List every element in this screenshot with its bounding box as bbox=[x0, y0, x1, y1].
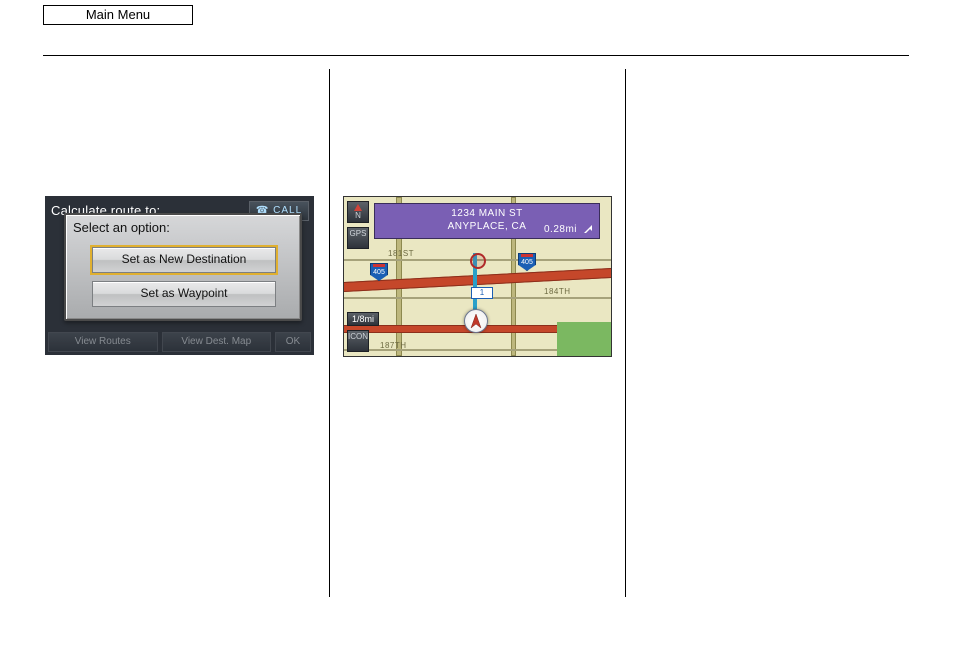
horizontal-rule bbox=[43, 55, 909, 56]
view-dest-map-button[interactable]: View Dest. Map bbox=[162, 332, 272, 352]
ok-button[interactable]: OK bbox=[275, 332, 311, 352]
destination-address-line1: 1234 MAIN ST bbox=[375, 207, 599, 220]
main-menu-tab: Main Menu bbox=[43, 5, 193, 25]
select-option-dialog: Select an option: Set as New Destination… bbox=[64, 213, 302, 321]
hwy-shield-icon: 405 bbox=[518, 253, 536, 271]
nav-map-screenshot: 1 405 405 181ST 184TH 187TH N GPS 1/8mi … bbox=[343, 196, 612, 357]
gps-label: GPS bbox=[350, 229, 367, 238]
north-arrow-icon bbox=[354, 204, 362, 211]
street-label: 181ST bbox=[388, 249, 414, 258]
direction-arrow-icon bbox=[581, 222, 595, 236]
gps-button[interactable]: GPS bbox=[347, 227, 369, 249]
map-green-area bbox=[557, 322, 611, 356]
hwy-shield-icon: 405 bbox=[370, 263, 388, 281]
bottom-button-row: View Routes View Dest. Map OK bbox=[48, 332, 311, 352]
compass-button[interactable]: N bbox=[347, 201, 369, 223]
icon-button-label: ICON bbox=[348, 332, 368, 341]
street-label: 184TH bbox=[544, 287, 571, 296]
route-number-label: 1 bbox=[471, 287, 493, 299]
column-divider bbox=[329, 69, 330, 597]
vehicle-position-icon bbox=[464, 309, 488, 333]
destination-panel: 1234 MAIN ST ANYPLACE, CA 0.28mi bbox=[374, 203, 600, 239]
icon-button[interactable]: ICON bbox=[347, 330, 369, 352]
destination-distance: 0.28mi bbox=[544, 223, 577, 236]
street-label: 187TH bbox=[380, 341, 407, 350]
map-scale-badge: 1/8mi bbox=[347, 312, 379, 326]
dialog-title: Select an option: bbox=[73, 220, 170, 235]
destination-marker-icon bbox=[470, 253, 486, 269]
nav-dialog-screenshot: Calculate route to: ☎ CALL View Routes V… bbox=[45, 196, 314, 355]
set-waypoint-button[interactable]: Set as Waypoint bbox=[92, 281, 276, 307]
column-divider bbox=[625, 69, 626, 597]
set-new-destination-button[interactable]: Set as New Destination bbox=[92, 247, 276, 273]
compass-label: N bbox=[355, 211, 361, 220]
view-routes-button[interactable]: View Routes bbox=[48, 332, 158, 352]
